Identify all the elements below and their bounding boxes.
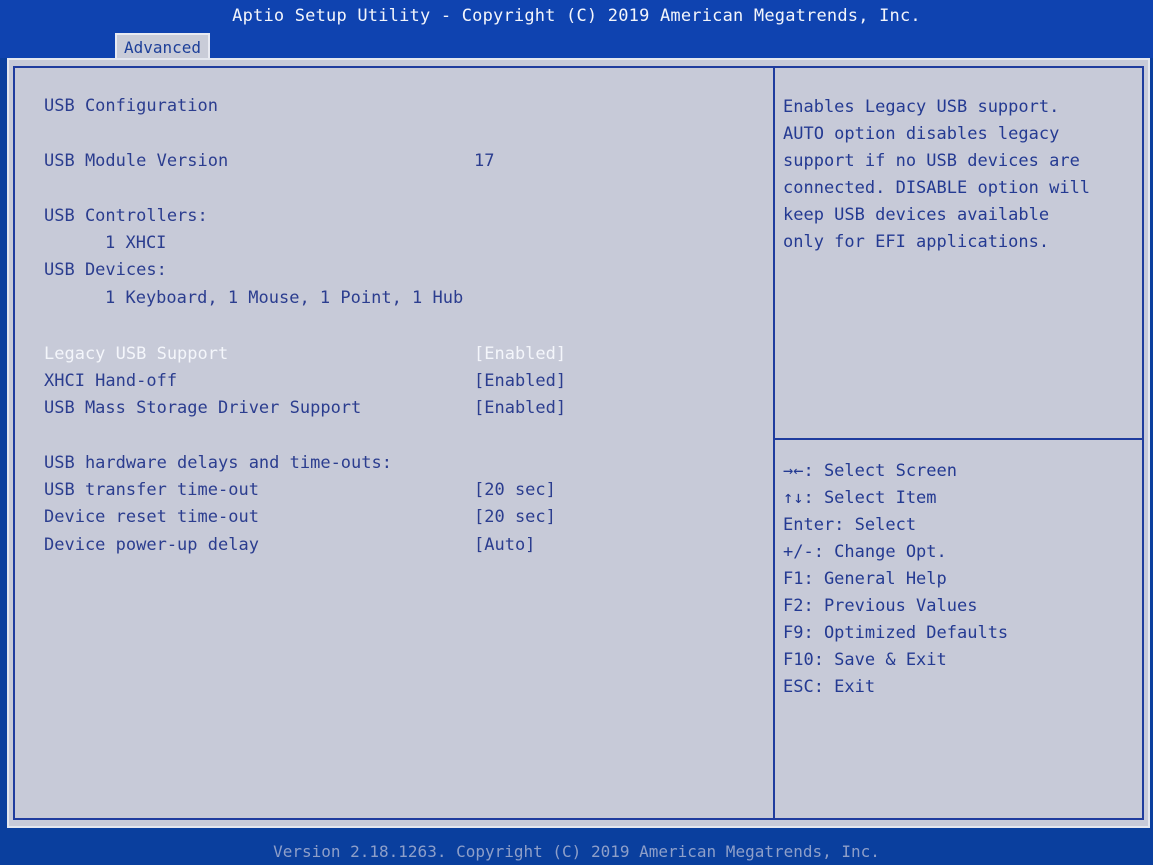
usb-controllers-label: USB Controllers: (44, 206, 208, 226)
main-pane: USB Configuration USB Module Version 17 … (13, 66, 775, 820)
help-description-line: connected. DISABLE option will (783, 178, 1091, 198)
usb-controllers-value: 1 XHCI (105, 233, 167, 253)
app-title: Aptio Setup Utility - Copyright (C) 2019… (232, 6, 921, 26)
usb-transfer-timeout-value[interactable]: [20 sec] (474, 479, 556, 501)
help-description-line: support if no USB devices are (783, 151, 1080, 171)
tab-advanced[interactable]: Advanced (115, 33, 211, 58)
xhci-hand-off-value[interactable]: [Enabled] (474, 370, 566, 392)
key-help-previous-values: F2: Previous Values (783, 596, 978, 616)
usb-module-version-value: 17 (474, 151, 495, 171)
device-power-up-delay-label[interactable]: Device power-up delay (44, 534, 259, 556)
device-reset-timeout-value[interactable]: [20 sec] (474, 506, 556, 528)
delays-heading: USB hardware delays and time-outs: (44, 453, 392, 473)
usb-module-version-label: USB Module Version (44, 151, 229, 171)
key-help-optimized-defaults: F9: Optimized Defaults (783, 623, 1009, 643)
key-help-select-item: ↑↓: Select Item (783, 488, 937, 508)
help-description-line: only for EFI applications. (783, 232, 1050, 252)
key-help-save-exit: F10: Save & Exit (783, 650, 947, 670)
help-divider (775, 438, 1142, 440)
setup-frame: USB Configuration USB Module Version 17 … (7, 58, 1150, 828)
help-description-line: AUTO option disables legacy (783, 124, 1060, 144)
section-title: USB Configuration (44, 96, 218, 116)
help-description-line: keep USB devices available (783, 205, 1050, 225)
key-help-change-opt: +/-: Change Opt. (783, 542, 947, 562)
legacy-usb-support-value[interactable]: [Enabled] (474, 343, 566, 365)
help-description-line: Enables Legacy USB support. (783, 97, 1060, 117)
key-help-general-help: F1: General Help (783, 569, 947, 589)
version-text: Version 2.18.1263. Copyright (C) 2019 Am… (273, 842, 880, 861)
legacy-usb-support-label[interactable]: Legacy USB Support (44, 343, 228, 365)
key-help-select-screen: →←: Select Screen (783, 461, 957, 481)
device-reset-timeout-label[interactable]: Device reset time-out (44, 506, 259, 528)
key-help-exit: ESC: Exit (783, 677, 876, 697)
usb-transfer-timeout-label[interactable]: USB transfer time-out (44, 479, 259, 501)
usb-mass-storage-value[interactable]: [Enabled] (474, 397, 566, 419)
header-bar: Aptio Setup Utility - Copyright (C) 2019… (0, 0, 1153, 58)
device-power-up-delay-value[interactable]: [Auto] (474, 534, 535, 556)
help-pane: Enables Legacy USB support. AUTO option … (775, 66, 1144, 820)
xhci-hand-off-label[interactable]: XHCI Hand-off (44, 370, 177, 392)
usb-mass-storage-label[interactable]: USB Mass Storage Driver Support (44, 397, 361, 419)
key-help-enter: Enter: Select (783, 515, 917, 535)
footer-bar: Version 2.18.1263. Copyright (C) 2019 Am… (0, 830, 1153, 865)
usb-devices-value: 1 Keyboard, 1 Mouse, 1 Point, 1 Hub (105, 288, 464, 308)
usb-devices-label: USB Devices: (44, 260, 167, 280)
